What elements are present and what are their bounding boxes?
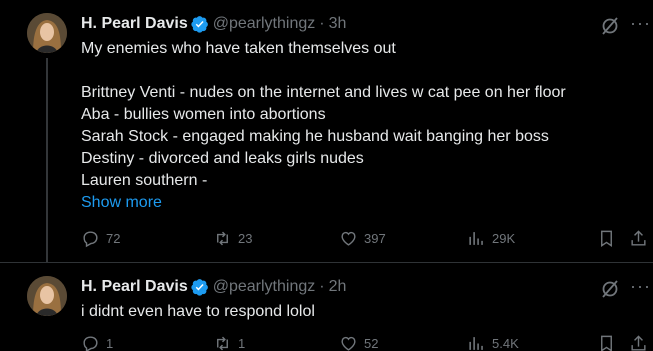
repost-count: 1 (238, 336, 246, 351)
tweet-text: i didnt even have to respond lolol (81, 301, 641, 323)
separator-dot: · (319, 15, 325, 32)
show-more-link[interactable]: Show more (81, 192, 641, 214)
verified-badge-icon (191, 279, 208, 296)
avatar[interactable] (27, 13, 67, 53)
display-name[interactable]: H. Pearl Davis (81, 278, 188, 296)
more-options-icon[interactable]: ··· (630, 277, 651, 295)
tweet-line: i didnt even have to respond lolol (81, 303, 315, 320)
like-count: 52 (364, 336, 379, 351)
bookmark-icon (601, 230, 612, 247)
analytics-icon (469, 232, 483, 245)
action-bar: 72 23 397 29K (81, 229, 653, 249)
handle[interactable]: @pearlythingz (213, 278, 316, 296)
action-bar: 1 1 52 5.4K (81, 334, 653, 351)
bookmark-icon (601, 335, 612, 351)
tweet-header: H. Pearl Davis @pearlythingz · 3h (81, 14, 346, 34)
thread-connector (46, 58, 48, 262)
views-button[interactable]: 5.4K (467, 334, 519, 351)
display-name[interactable]: H. Pearl Davis (81, 15, 188, 33)
reply-button[interactable]: 72 (81, 229, 120, 248)
bookmark-button[interactable] (597, 334, 622, 351)
repost-icon (217, 336, 228, 351)
more-options-icon[interactable]: ··· (630, 14, 651, 32)
verified-badge-icon (191, 16, 208, 33)
grok-icon[interactable] (600, 16, 620, 36)
share-button[interactable] (629, 334, 653, 351)
tweet-header: H. Pearl Davis @pearlythingz · 2h (81, 277, 346, 297)
timestamp[interactable]: 2h (329, 278, 347, 296)
views-button[interactable]: 29K (467, 229, 515, 248)
tweet[interactable]: H. Pearl Davis @pearlythingz · 3h ··· My… (0, 0, 653, 263)
tweet-line: My enemies who have taken themselves out (81, 40, 396, 57)
grok-icon[interactable] (600, 279, 620, 299)
like-count: 397 (364, 231, 386, 246)
share-icon (631, 335, 646, 351)
heart-icon (341, 336, 356, 351)
tweet-line: Aba - bullies women into abortions (81, 106, 326, 123)
tweet-line: Brittney Venti - nudes on the internet a… (81, 84, 566, 101)
repost-button[interactable]: 23 (213, 229, 252, 248)
view-count: 5.4K (492, 336, 519, 351)
view-count: 29K (492, 231, 516, 246)
repost-count: 23 (238, 231, 253, 246)
reply-icon (83, 336, 98, 351)
handle[interactable]: @pearlythingz (213, 15, 316, 33)
analytics-icon (469, 337, 483, 350)
tweet[interactable]: H. Pearl Davis @pearlythingz · 2h ··· i … (0, 263, 653, 351)
separator-dot: · (319, 278, 325, 295)
like-button[interactable]: 397 (339, 229, 386, 248)
tweet-line: Destiny - divorced and leaks girls nudes (81, 150, 364, 167)
tweet-line (81, 60, 641, 82)
avatar[interactable] (27, 276, 67, 316)
reply-icon (83, 231, 98, 248)
timestamp[interactable]: 3h (329, 15, 347, 33)
tweet-line: Sarah Stock - engaged making he husband … (81, 128, 549, 145)
reply-count: 1 (106, 336, 114, 351)
heart-icon (341, 231, 356, 246)
reply-button[interactable]: 1 (81, 334, 113, 351)
tweet-line: Lauren southern - (81, 172, 208, 189)
reply-count: 72 (106, 231, 121, 246)
repost-icon (217, 231, 228, 246)
repost-button[interactable]: 1 (213, 334, 245, 351)
like-button[interactable]: 52 (339, 334, 378, 351)
bookmark-button[interactable] (597, 229, 622, 248)
share-icon (631, 230, 646, 246)
share-button[interactable] (629, 229, 653, 248)
tweet-text: My enemies who have taken themselves out… (81, 38, 641, 214)
